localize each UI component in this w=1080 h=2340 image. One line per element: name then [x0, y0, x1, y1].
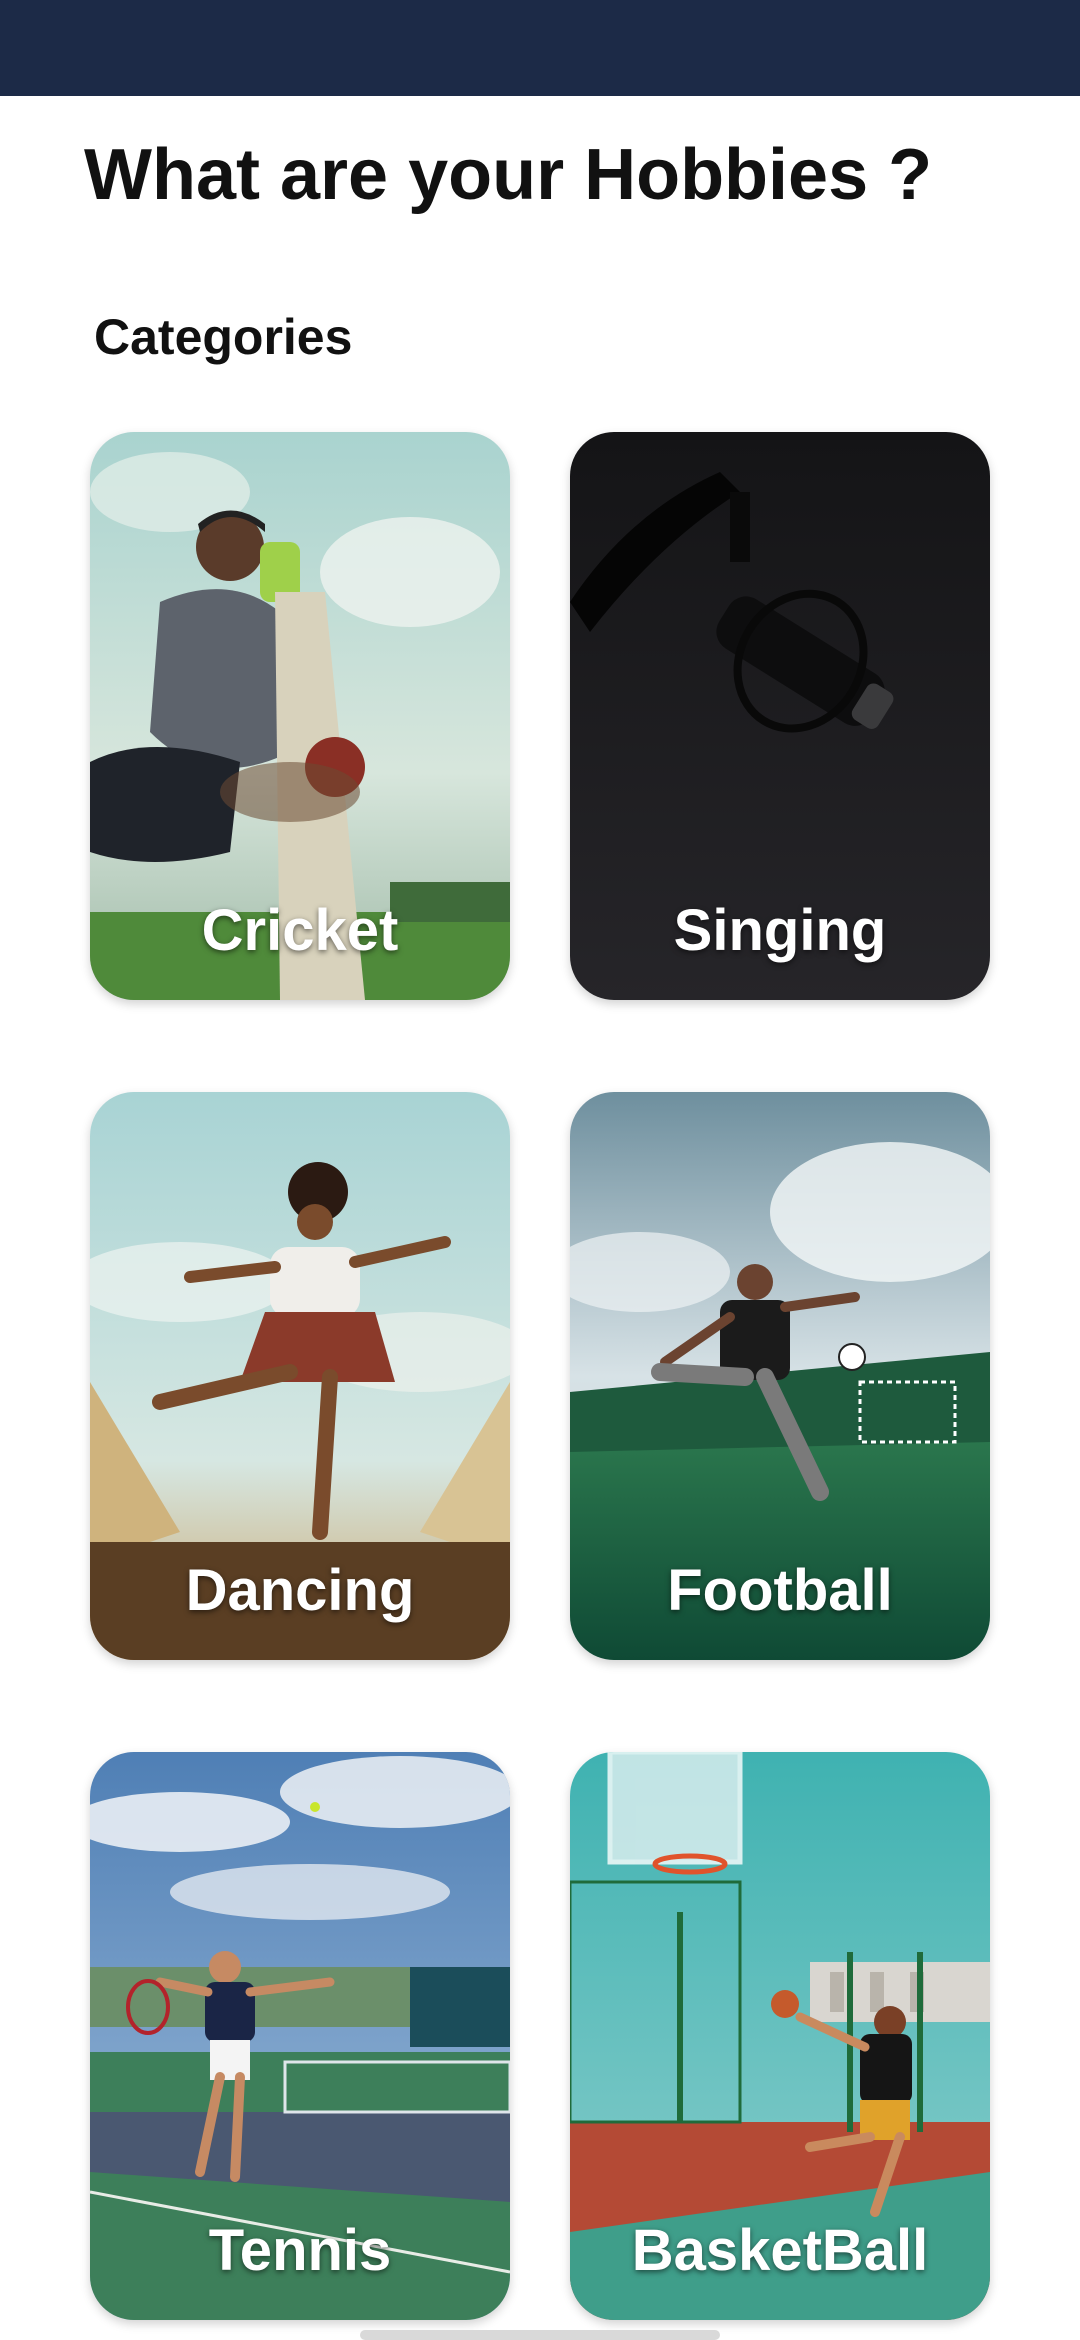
- hobby-label: BasketBall: [631, 2218, 929, 2283]
- hobby-card-football[interactable]: Football: [570, 1092, 990, 1660]
- categories-heading: Categories: [94, 309, 353, 365]
- hobby-label: Singing: [673, 898, 887, 963]
- hobby-card-dancing[interactable]: Dancing: [90, 1092, 510, 1660]
- hobby-label: Cricket: [201, 898, 399, 963]
- page-title: What are your Hobbies ?: [84, 135, 933, 215]
- status-bar: [0, 0, 1080, 96]
- hobby-card-cricket[interactable]: Cricket: [90, 432, 510, 1000]
- hobby-card-singing[interactable]: Singing: [570, 432, 990, 1000]
- hobby-card-basketball[interactable]: BasketBall: [570, 1752, 990, 2320]
- hobby-card-tennis[interactable]: Tennis: [90, 1752, 510, 2320]
- hobby-label: Football: [667, 1558, 893, 1623]
- hobby-label: Dancing: [185, 1558, 415, 1623]
- home-indicator: [360, 2330, 720, 2340]
- hobby-label: Tennis: [208, 2218, 392, 2283]
